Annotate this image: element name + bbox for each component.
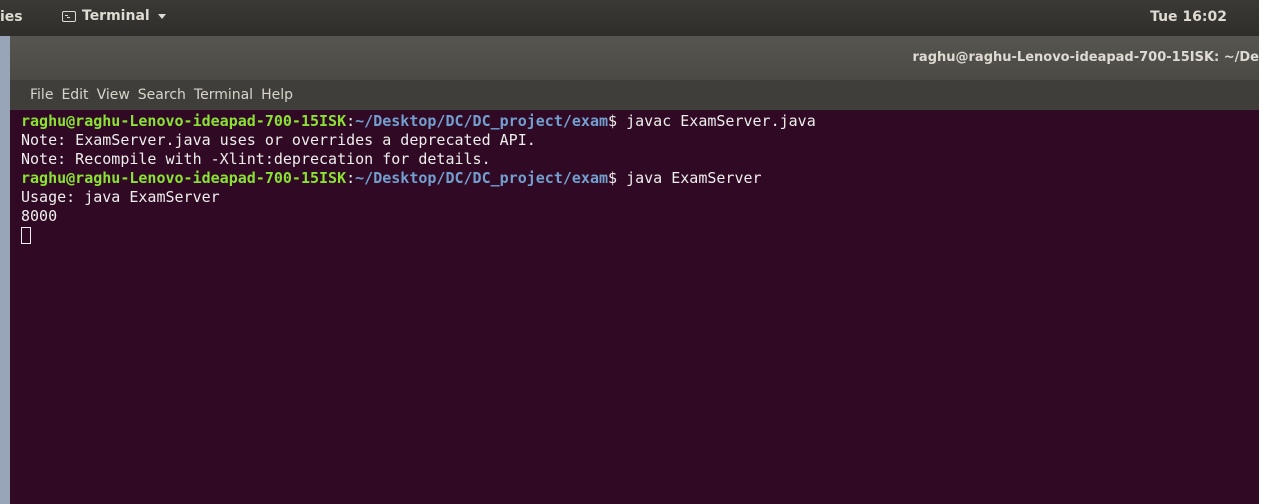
menu-bar: File Edit View Search Terminal Help [10,80,1259,110]
window-title: raghu@raghu-Lenovo-ideapad-700-15ISK: ~/… [912,50,1259,65]
activities-button[interactable]: ies [0,9,23,25]
menu-terminal[interactable]: Terminal [190,87,257,103]
menu-view[interactable]: View [93,87,134,103]
prompt-user: raghu@raghu-Lenovo-ideapad-700-15ISK [21,112,347,130]
top-panel: ies Terminal Tue 16:02 [0,0,1259,36]
prompt-colon: : [346,169,356,187]
clock[interactable]: Tue 16:02 [1150,9,1227,25]
terminal-line: Note: ExamServer.java uses or overrides … [21,131,536,149]
app-menu-label: Terminal [82,8,150,24]
menu-help[interactable]: Help [257,87,297,103]
desktop-screen: ies Terminal Tue 16:02 raghu@raghu-Lenov… [0,0,1265,504]
terminal-icon [62,10,76,22]
chevron-down-icon [157,13,166,19]
prompt-symbol: $ [608,112,627,130]
terminal-line: raghu@raghu-Lenovo-ideapad-700-15ISK:~/D… [21,169,1259,188]
terminal-line: Note: Recompile with -Xlint:deprecation … [21,150,491,168]
prompt-colon: : [346,112,356,130]
prompt-user: raghu@raghu-Lenovo-ideapad-700-15ISK [21,169,347,187]
terminal-line: 8000 [21,207,58,225]
command-text: javac ExamServer.java [626,112,816,130]
desktop-background-strip [0,36,10,504]
prompt-path: ~/Desktop/DC/DC_project/exam [355,112,609,130]
menu-edit[interactable]: Edit [57,87,92,103]
terminal-line: raghu@raghu-Lenovo-ideapad-700-15ISK:~/D… [21,112,1259,131]
menu-file[interactable]: File [10,87,57,103]
prompt-path: ~/Desktop/DC/DC_project/exam [355,169,609,187]
prompt-symbol: $ [608,169,627,187]
app-menu-button[interactable]: Terminal [62,8,166,24]
text-cursor [21,227,31,244]
terminal-line: Usage: java ExamServer [21,188,220,206]
command-text: java ExamServer [626,169,762,187]
screen-edge [1259,0,1265,504]
menu-search[interactable]: Search [134,87,190,103]
window-title-bar[interactable]: raghu@raghu-Lenovo-ideapad-700-15ISK: ~/… [10,36,1259,80]
terminal-line [21,226,1259,245]
terminal-output[interactable]: raghu@raghu-Lenovo-ideapad-700-15ISK:~/D… [10,110,1259,504]
